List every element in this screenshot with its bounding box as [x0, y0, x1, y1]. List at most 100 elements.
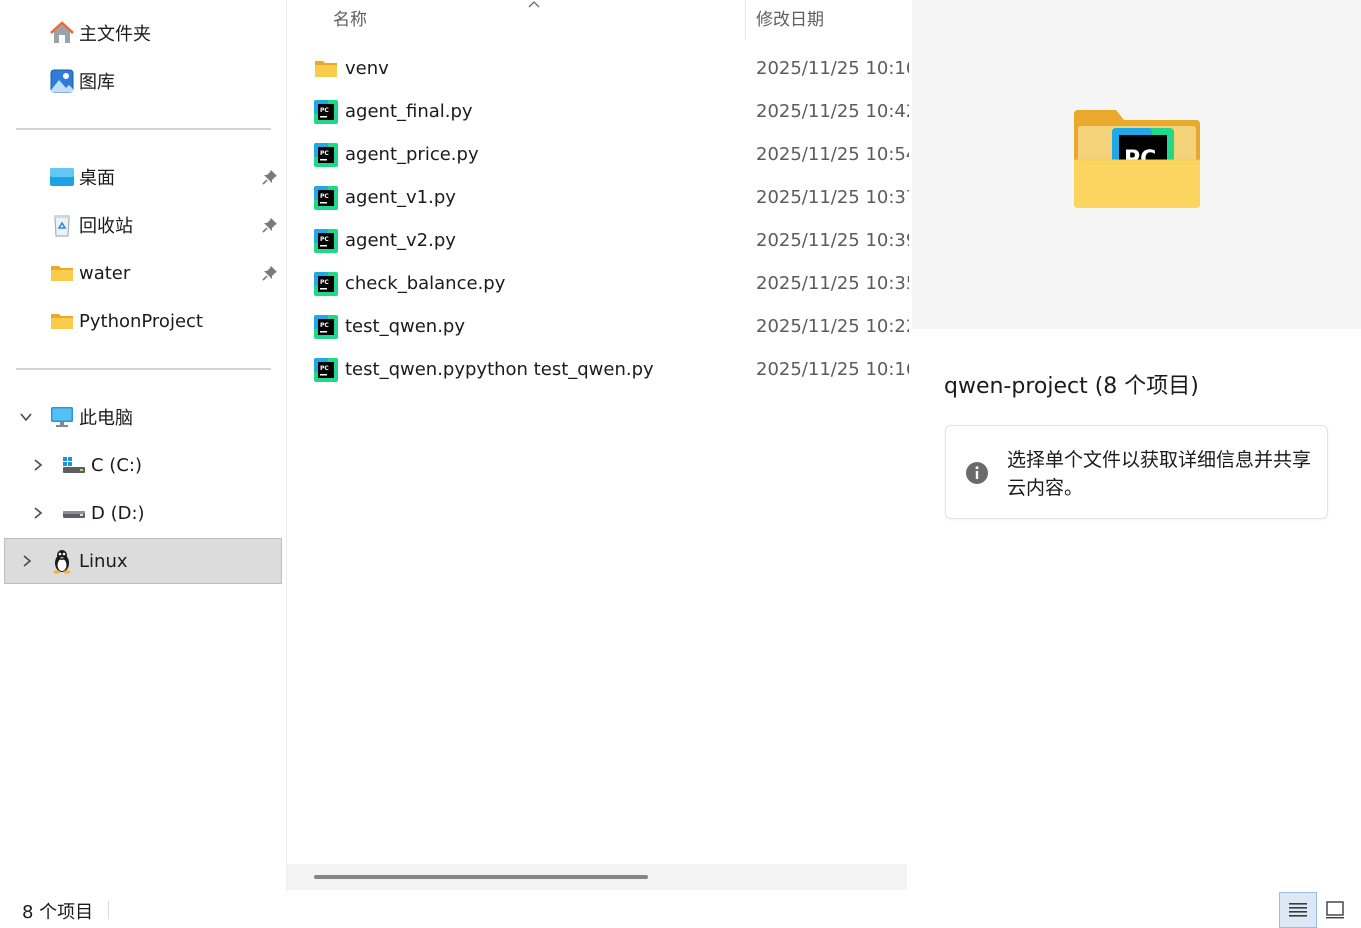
item-count: 8 个项目: [22, 902, 94, 923]
pycharm-file-icon: PC: [314, 99, 338, 124]
sidebar-item-label: PythonProject: [79, 310, 203, 332]
file-date: 2025/11/25 10:42: [756, 101, 909, 122]
computer-icon: [49, 404, 75, 430]
pin-icon[interactable]: [262, 265, 278, 281]
file-date: 2025/11/25 10:54: [756, 144, 909, 165]
table-row[interactable]: PC agent_price.py 2025/11/25 10:54: [307, 133, 909, 176]
table-row[interactable]: PC agent_v1.py 2025/11/25 10:37: [307, 176, 909, 219]
horizontal-scrollbar[interactable]: [287, 864, 907, 890]
sidebar-item-label: C (C:): [91, 454, 142, 476]
table-row[interactable]: PC test_qwen.py 2025/11/25 10:22: [307, 305, 909, 348]
sidebar-item-drive-d[interactable]: D (D:): [4, 490, 282, 536]
info-card: 选择单个文件以获取详细信息并共享云内容。: [945, 425, 1328, 519]
navigation-pane: 主文件夹 图库 桌面 回收站 water PythonProject 此电脑 C…: [0, 0, 287, 892]
svg-text:PC: PC: [320, 107, 329, 114]
chevron-down-icon[interactable]: [20, 411, 32, 423]
sidebar-item-label: 此电脑: [79, 408, 133, 429]
folder-icon: [49, 260, 75, 286]
scrollbar-thumb[interactable]: [314, 875, 648, 879]
info-message: 选择单个文件以获取详细信息并共享云内容。: [1007, 449, 1312, 499]
table-row[interactable]: PC agent_final.py 2025/11/25 10:42: [307, 90, 909, 133]
status-divider: [108, 901, 109, 919]
chevron-right-icon[interactable]: [32, 459, 44, 471]
details-title: qwen-project (8 个项目): [944, 374, 1199, 399]
pycharm-folder-icon: PC: [1074, 110, 1200, 208]
pycharm-file-icon: PC: [314, 228, 338, 253]
column-separator[interactable]: [745, 0, 746, 40]
file-name: agent_final.py: [345, 101, 473, 122]
sidebar-item-home[interactable]: 主文件夹: [4, 10, 282, 56]
svg-text:PC: PC: [320, 365, 329, 372]
sidebar-item-linux[interactable]: Linux: [4, 538, 282, 584]
file-date: 2025/11/25 10:37: [756, 187, 909, 208]
table-row[interactable]: PC agent_v2.py 2025/11/25 10:39: [307, 219, 909, 262]
gallery-icon: [49, 68, 75, 94]
desktop-icon: [49, 164, 75, 190]
preview-area: PC: [912, 0, 1361, 329]
sort-ascending-icon: [528, 1, 540, 8]
info-icon: [966, 462, 988, 484]
file-date: 2025/11/25 10:39: [756, 230, 909, 251]
column-header-name[interactable]: 名称: [333, 0, 523, 40]
sidebar-item-label: D (D:): [91, 502, 145, 524]
sidebar-item-label: 回收站: [79, 216, 133, 237]
pycharm-file-icon: PC: [314, 142, 338, 167]
recycle-bin-icon: [49, 212, 75, 238]
drive-icon: [61, 500, 87, 526]
sidebar-item-label: Linux: [79, 550, 128, 572]
column-header-modified[interactable]: 修改日期: [756, 0, 906, 40]
table-row[interactable]: PC check_balance.py 2025/11/25 10:35: [307, 262, 909, 305]
sidebar-item-label: water: [79, 262, 131, 284]
svg-text:PC: PC: [320, 150, 329, 157]
sidebar-item-pythonproject[interactable]: PythonProject: [4, 298, 282, 344]
file-date: 2025/11/25 10:16: [756, 359, 909, 380]
file-name: test_qwen.pypython test_qwen.py: [345, 359, 654, 380]
sidebar-item-desktop[interactable]: 桌面: [4, 154, 282, 200]
pin-icon[interactable]: [262, 217, 278, 233]
sidebar-item-recycle-bin[interactable]: 回收站: [4, 202, 282, 248]
file-name: agent_price.py: [345, 144, 479, 165]
file-name: venv: [345, 58, 389, 79]
home-icon: [49, 20, 75, 46]
sidebar-item-gallery[interactable]: 图库: [4, 58, 282, 104]
sidebar-item-label: 桌面: [79, 168, 115, 189]
system-drive-icon: [61, 452, 87, 478]
sidebar-item-label: 主文件夹: [79, 24, 151, 45]
pycharm-file-icon: PC: [314, 357, 338, 382]
file-name: test_qwen.py: [345, 316, 465, 337]
file-name: check_balance.py: [345, 273, 506, 294]
sidebar-divider: [16, 368, 271, 370]
pycharm-file-icon: PC: [314, 314, 338, 339]
details-pane: PC qwen-project (8 个项目) 选择单个文件以获取详细信息并共享…: [912, 0, 1361, 892]
folder-icon: [315, 60, 337, 77]
sidebar-divider: [16, 128, 271, 130]
table-row[interactable]: venv 2025/11/25 10:10: [307, 47, 909, 90]
file-date: 2025/11/25 10:35: [756, 273, 909, 294]
pycharm-file-icon: PC: [314, 185, 338, 210]
svg-text:PC: PC: [320, 322, 329, 329]
details-view-button[interactable]: [1279, 892, 1317, 928]
details-view-icon: [1289, 903, 1307, 917]
large-icons-view-icon: [1326, 901, 1344, 919]
chevron-right-icon[interactable]: [32, 507, 44, 519]
svg-text:PC: PC: [320, 193, 329, 200]
large-icons-view-button[interactable]: [1316, 892, 1354, 928]
table-row[interactable]: PC test_qwen.pypython test_qwen.py 2025/…: [307, 348, 909, 391]
file-name: agent_v2.py: [345, 230, 456, 251]
file-list: 名称 修改日期 venv 2025/11/25 10:10 PC agent_f…: [287, 0, 909, 892]
file-date: 2025/11/25 10:10: [756, 58, 909, 79]
sidebar-item-label: 图库: [79, 72, 115, 93]
chevron-right-icon[interactable]: [21, 555, 33, 567]
pycharm-file-icon: PC: [314, 271, 338, 296]
svg-text:PC: PC: [320, 236, 329, 243]
sidebar-item-drive-c[interactable]: C (C:): [4, 442, 282, 488]
svg-text:PC: PC: [320, 279, 329, 286]
sidebar-item-this-pc[interactable]: 此电脑: [4, 394, 282, 440]
sidebar-item-water[interactable]: water: [4, 250, 282, 296]
file-name: agent_v1.py: [345, 187, 456, 208]
pin-icon[interactable]: [262, 169, 278, 185]
folder-icon: [49, 308, 75, 334]
file-date: 2025/11/25 10:22: [756, 316, 909, 337]
linux-penguin-icon: [49, 548, 75, 574]
status-bar: 8 个项目: [0, 892, 1361, 928]
